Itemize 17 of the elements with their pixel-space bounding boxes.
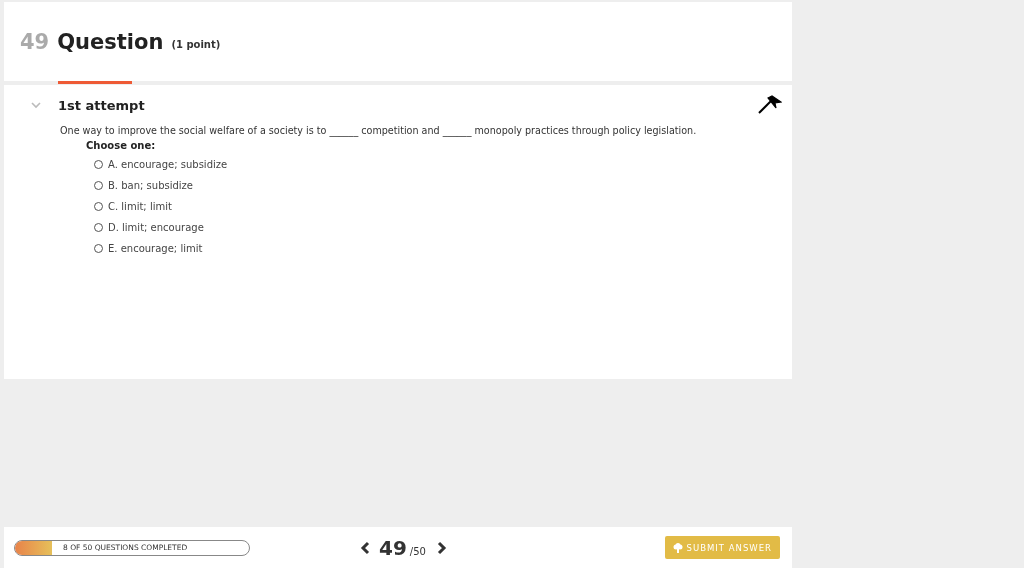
option-label[interactable]: D. limit; encourage (108, 222, 204, 233)
current-question: 49 (379, 535, 407, 560)
option-label[interactable]: B. ban; subsidize (108, 180, 193, 191)
attempt-title: 1st attempt (58, 97, 145, 113)
option-label[interactable]: C. limit; limit (108, 201, 172, 212)
question-title: Question (57, 29, 164, 54)
flag-icon[interactable] (758, 95, 782, 115)
choose-prompt: Choose one: (86, 140, 157, 151)
next-icon[interactable] (436, 540, 447, 555)
question-number: 49 (20, 29, 50, 54)
points-label: (1 point) (171, 38, 221, 50)
question-text: One way to improve the social welfare of a society is to ______ competition and ______ monopoly practices through policy legislation. (60, 125, 698, 136)
upload-icon (672, 542, 683, 553)
question-total: /50 (409, 545, 426, 557)
previous-icon[interactable] (360, 540, 370, 555)
option-label[interactable]: E. encourage; limit (108, 243, 203, 254)
option-label[interactable]: A. encourage; subsidize (108, 159, 228, 170)
